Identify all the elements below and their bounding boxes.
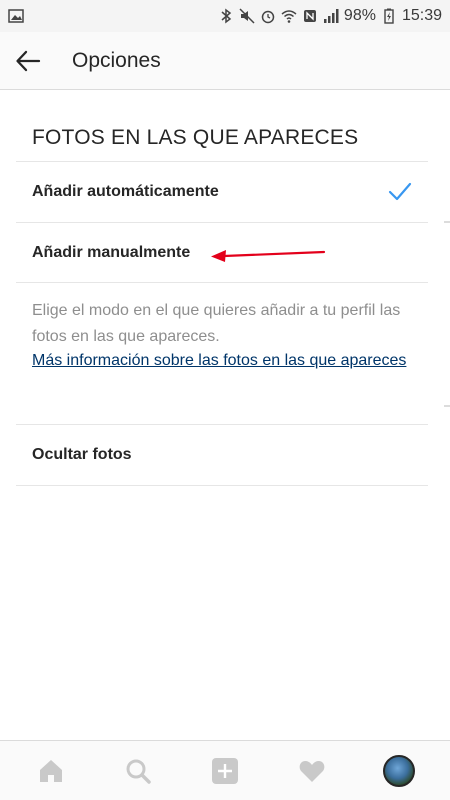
option-label: Añadir automáticamente (32, 183, 219, 200)
annotation-arrow (211, 250, 326, 262)
bottom-nav (0, 740, 450, 800)
scroll-indicator (444, 405, 450, 407)
back-button[interactable] (0, 32, 56, 90)
arrow-left-icon (15, 48, 41, 74)
divider (16, 282, 428, 283)
nav-home[interactable] (28, 748, 74, 794)
app-bar: Opciones (0, 32, 450, 90)
signal-icon (323, 8, 339, 24)
battery-percent: 98% (343, 7, 376, 24)
option-label: Añadir manualmente (32, 244, 191, 261)
add-icon (211, 757, 239, 785)
home-icon (37, 757, 65, 785)
description-text: Elige el modo en el que quieres añadir a… (32, 302, 401, 345)
nav-add[interactable] (202, 748, 248, 794)
more-info-link[interactable]: Más información sobre las fotos en las q… (32, 347, 412, 374)
scroll-indicator (444, 221, 450, 223)
nav-search[interactable] (115, 748, 161, 794)
clock: 15:39 (401, 7, 442, 24)
nav-profile[interactable] (376, 748, 422, 794)
divider (16, 485, 428, 486)
search-icon (124, 757, 152, 785)
page-title: Opciones (72, 48, 161, 72)
bluetooth-icon (218, 8, 234, 24)
wifi-icon (281, 8, 297, 24)
section-title: FOTOS EN LAS QUE APARECES (32, 126, 359, 149)
status-bar: 98% 15:39 (0, 0, 450, 32)
mute-icon (239, 8, 255, 24)
alarm-icon (260, 8, 276, 24)
nfc-icon (302, 8, 318, 24)
option-add-automatically[interactable]: Añadir automáticamente (16, 162, 428, 222)
image-icon (8, 8, 24, 24)
nav-activity[interactable] (289, 748, 335, 794)
profile-avatar (382, 754, 415, 787)
checkmark-icon (388, 181, 412, 203)
hide-photos-item[interactable]: Ocultar fotos (16, 425, 428, 485)
hide-photos-label: Ocultar fotos (32, 446, 132, 463)
battery-icon (381, 8, 397, 24)
heart-icon (298, 757, 326, 785)
